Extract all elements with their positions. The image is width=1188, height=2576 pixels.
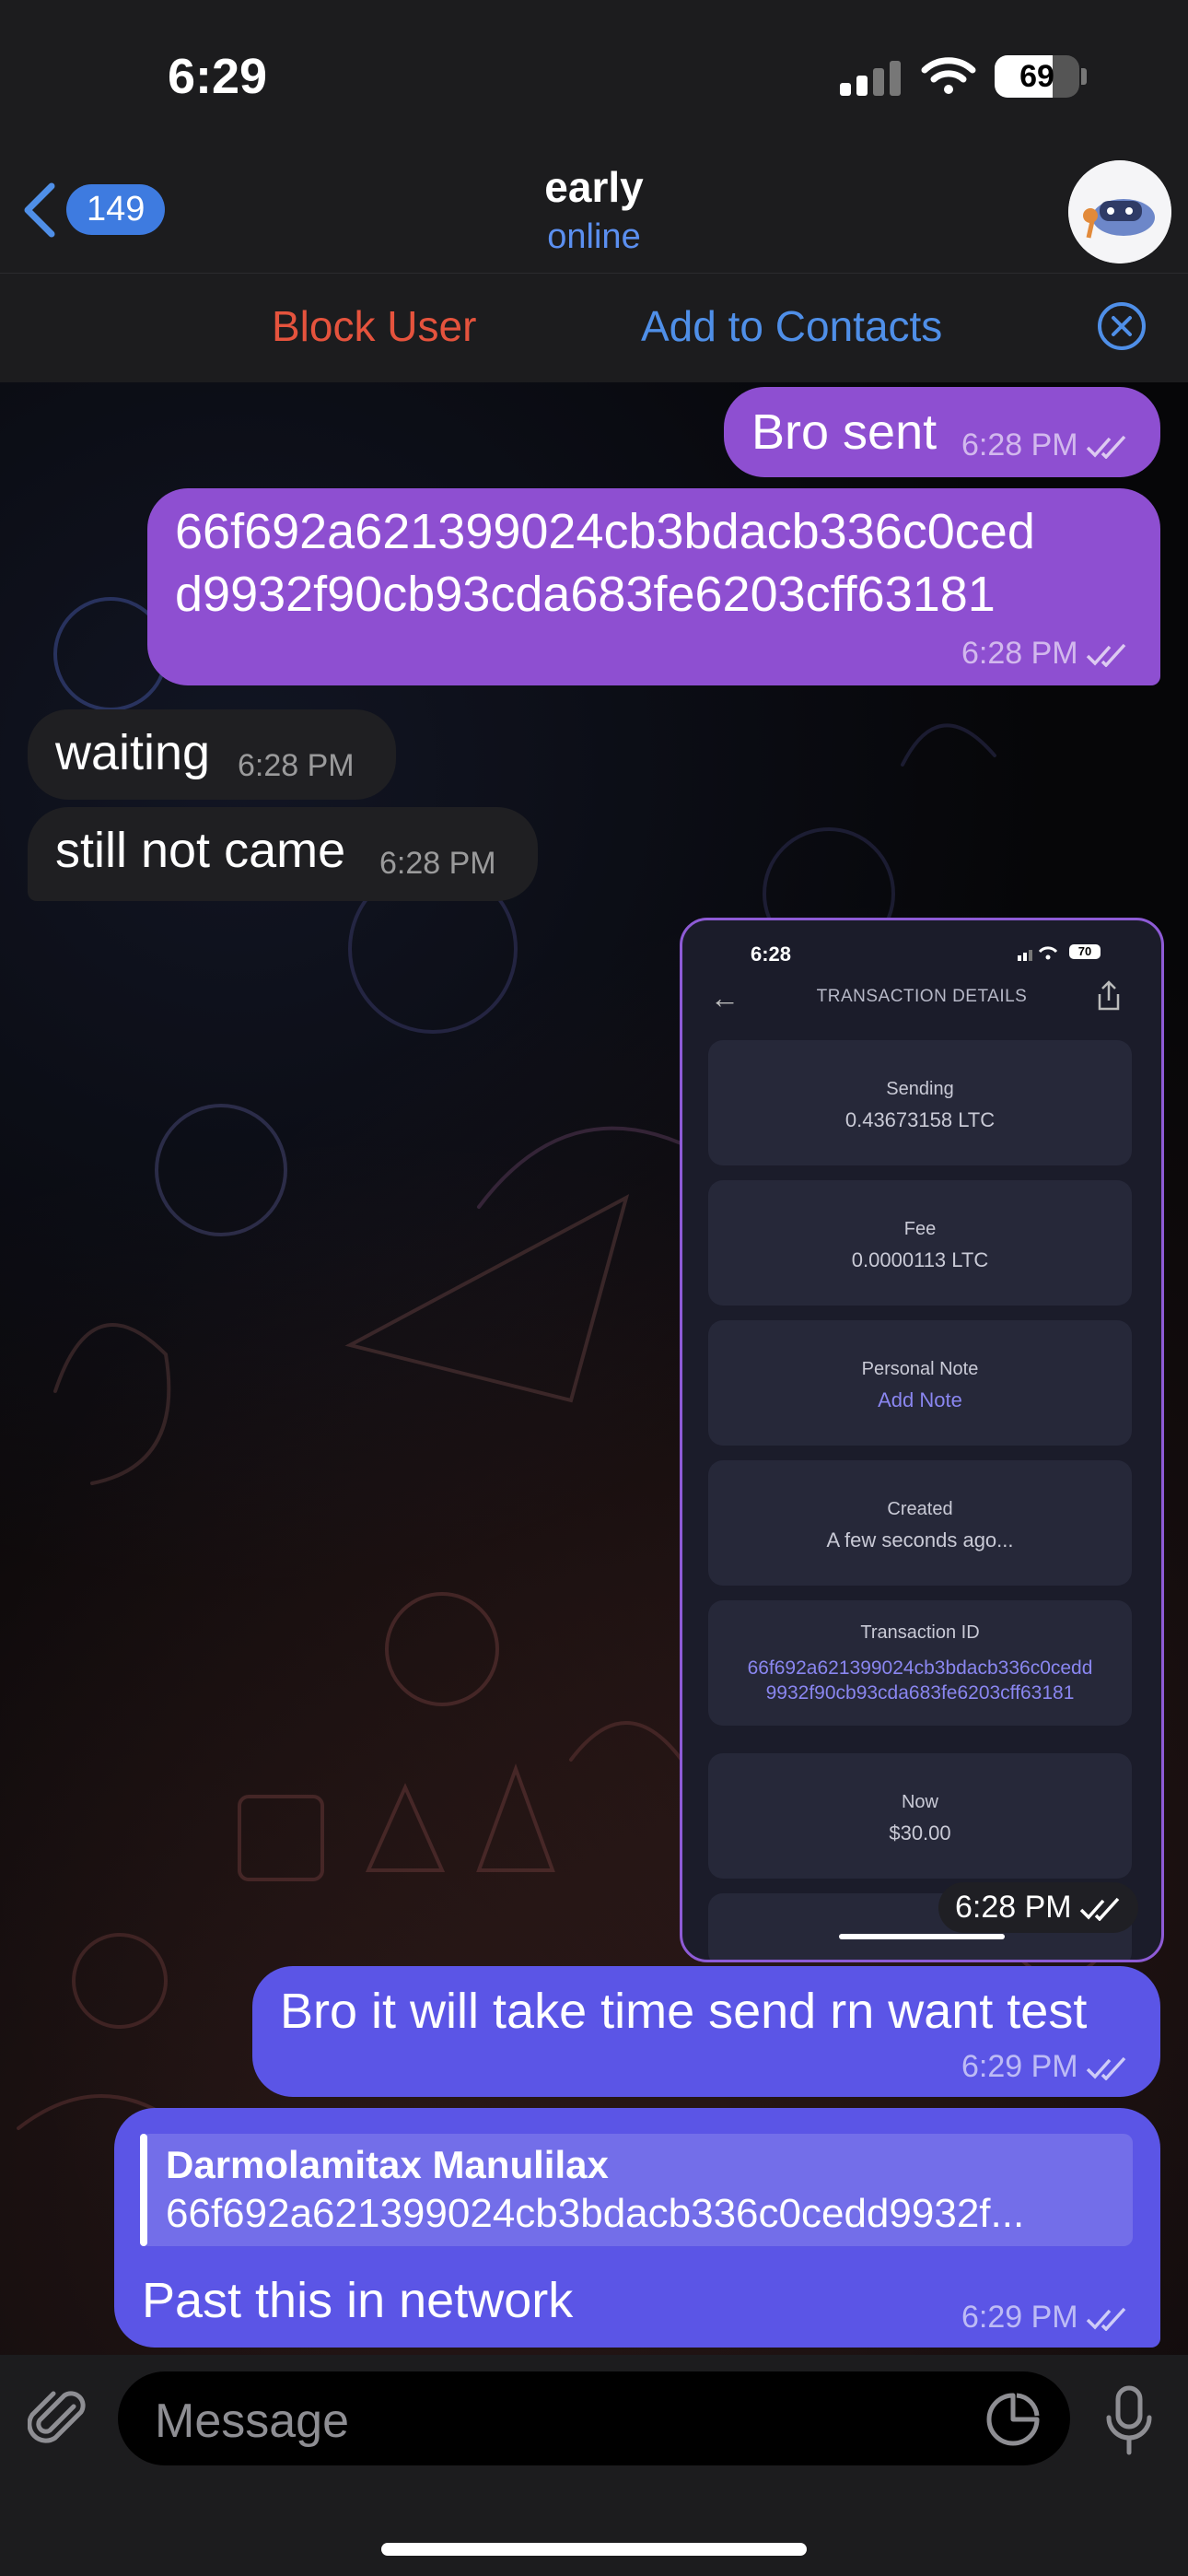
screenshot-battery: 70 [1069,944,1101,959]
incoming-message[interactable]: waiting 6:28 PM [28,709,396,800]
panel-now: Now $30.00 [708,1753,1132,1879]
microphone-icon[interactable] [1101,2384,1157,2458]
reply-sender: Darmolamitax Manulilax [166,2143,609,2186]
avatar-bot-icon [1068,160,1171,263]
add-to-contacts-button[interactable]: Add to Contacts [641,301,942,351]
screenshot-header: TRANSACTION DETAILS [816,987,1028,1006]
cellular-signal-icon [840,61,906,96]
message-time: 6:28 PM [238,748,355,783]
outgoing-message[interactable]: Bro sent 6:28 PM [724,387,1160,477]
message-time: 6:28 PM [938,1882,1138,1933]
panel-sending: Sending 0.43673158 LTC [708,1040,1132,1165]
reply-preview[interactable]: Darmolamitax Manulilax 66f692a621399024c… [140,2134,1133,2246]
message-time: 6:28 PM [961,427,1128,463]
message-time: 6:29 PM [961,2049,1128,2085]
battery-level: 69 [1019,59,1054,94]
message-text: still not came [55,823,346,878]
panel-personal-note: Personal Note Add Note [708,1320,1132,1446]
message-time: 6:29 PM [961,2300,1128,2336]
sticker-icon[interactable] [984,2390,1042,2449]
chat-title[interactable]: early [0,162,1188,212]
image-message-screenshot[interactable]: 6:28 70 ← TRANSACTION DETAILS Sending 0.… [680,918,1164,1962]
read-checkmarks-icon [1086,435,1125,460]
read-checkmarks-icon [1079,1897,1119,1922]
wifi-icon [921,57,976,94]
home-indicator [381,2543,807,2556]
message-text-line2: d9932f90cb93cda683fe6203cff63181 [175,567,996,622]
close-icon[interactable] [1096,300,1147,352]
screenshot-signal-icon [1018,946,1058,961]
screenshot-status-time: 6:28 [751,943,792,966]
read-checkmarks-icon [1086,643,1125,668]
message-time: 6:28 PM [379,846,496,881]
block-user-button[interactable]: Block User [272,301,476,351]
message-time: 6:28 PM [961,636,1128,672]
avatar[interactable] [1068,160,1171,263]
message-text: Bro it will take time send rn want test [280,1984,1088,2039]
message-text: Bro sent [751,404,938,460]
message-text-line1: 66f692a621399024cb3bdacb336c0ced [175,504,1035,559]
message-input[interactable]: Message [118,2371,1070,2465]
battery-icon: 69 [995,55,1079,98]
screenshot-share-icon [1098,980,1120,1011]
read-checkmarks-icon [1086,2307,1125,2332]
message-text: Past this in network [142,2273,574,2328]
panel-fee: Fee 0.0000113 LTC [708,1180,1132,1306]
top-bar: 6:29 69 149 early online [0,0,1188,273]
outgoing-message-hash[interactable]: 66f692a621399024cb3bdacb336c0ced d9932f9… [147,488,1160,685]
incoming-message[interactable]: still not came 6:28 PM [28,807,538,901]
read-checkmarks-icon [1086,2056,1125,2081]
message-text: waiting [55,725,211,780]
chat-screen: 6:29 69 149 early online Block User Add … [0,0,1188,2576]
message-placeholder: Message [155,2395,349,2448]
attach-icon[interactable] [28,2388,92,2453]
reply-bar [140,2134,147,2246]
action-bar: Block User Add to Contacts [0,273,1188,382]
screenshot-home-indicator [839,1934,1005,1939]
panel-created: Created A few seconds ago... [708,1460,1132,1586]
panel-transaction-id: Transaction ID 66f692a621399024cb3bdacb3… [708,1600,1132,1726]
battery-cap [1081,68,1087,85]
chat-status: online [547,217,641,256]
outgoing-message[interactable]: Bro it will take time send rn want test … [252,1966,1160,2097]
reply-text: 66f692a621399024cb3bdacb336c0cedd9932f..… [166,2191,1025,2236]
status-time: 6:29 [168,49,268,104]
